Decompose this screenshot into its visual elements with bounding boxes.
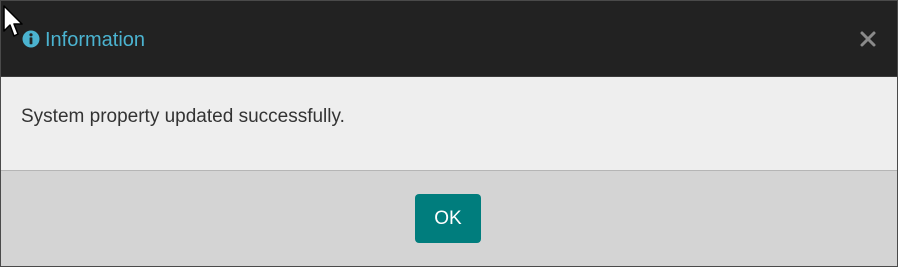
information-dialog: Information System property updated succ… [0, 0, 898, 267]
dialog-header: Information [1, 1, 897, 77]
dialog-body: System property updated successfully. [1, 77, 897, 171]
info-circle-icon [22, 30, 40, 48]
dialog-message: System property updated successfully. [21, 106, 345, 127]
close-button[interactable] [859, 28, 877, 48]
dialog-title: Information [45, 29, 146, 51]
dialog-footer: OK [1, 171, 897, 266]
close-icon[interactable] [859, 28, 877, 48]
ok-button[interactable]: OK [415, 194, 481, 243]
